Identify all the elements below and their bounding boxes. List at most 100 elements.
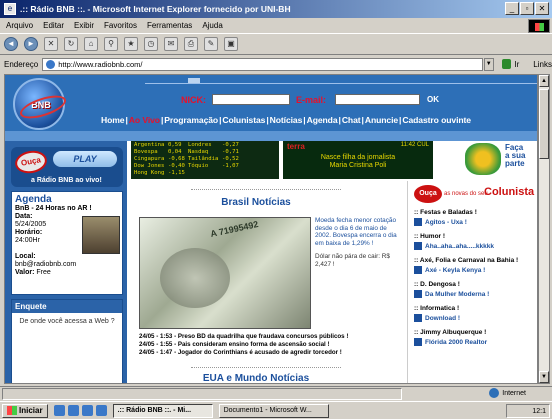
agenda-photo[interactable] [82,216,120,254]
ticker-cell: Londres [188,142,212,148]
favorites-icon[interactable]: ★ [124,37,138,51]
poll-box: Enquete De onde você acessa a Web ? [11,299,123,383]
email-label: E-mail: [296,95,327,105]
go-button[interactable]: Ir [514,60,519,69]
outlook-quicklaunch-icon[interactable] [81,405,93,416]
agenda-local-value: bnb@radiobnb.com [15,261,77,268]
columnist-link[interactable]: Da Mulher Moderna ! [414,290,537,298]
stop-icon[interactable]: ✕ [44,37,58,51]
money-serial: A 71995492 [209,219,260,239]
ticker-row: Argentina 0,59 Londres -0,27 [134,142,276,149]
title-bar[interactable]: e .:: Rádio BNB ::. - Microsoft Internet… [0,0,552,18]
nav-cadastro-ouvinte[interactable]: Cadastro ouvinte [402,115,471,125]
status-bar: Internet [0,386,552,400]
menu-favoritos[interactable]: Favoritos [104,21,137,30]
address-input[interactable]: http://www.radiobnb.com/ [42,57,483,71]
terra-news-banner[interactable]: terra 11:42 CUL Nasce filha da jornalist… [283,141,433,179]
address-dropdown-icon[interactable]: ▼ [483,57,494,71]
email-input[interactable] [335,94,420,105]
faca-sua-parte-banner[interactable]: Faça a sua parte [459,141,537,179]
status-text [2,387,402,400]
terra-headline: Nasce filha da jornalista Maria Cristina… [283,154,433,170]
desktop-quicklaunch-icon[interactable] [67,405,79,416]
ticker-cell: Dow Jones [134,163,165,169]
go-arrow-icon[interactable] [501,59,512,69]
nav-agenda[interactable]: Agenda [307,115,338,125]
ticker-cell: Tailândia [188,156,219,162]
news-column: Brasil Notícias A 71995492 Moeda fecha m… [131,181,403,383]
nav-programacao[interactable]: Programação [164,115,218,125]
terra-headline-line2: Maria Cristina Poli [329,162,387,169]
refresh-icon[interactable]: ↻ [64,37,78,51]
nav-chat[interactable]: Chat [342,115,361,125]
menu-ferramentas[interactable]: Ferramentas [147,21,192,30]
search-icon[interactable]: ⚲ [104,37,118,51]
news-photo-money[interactable]: A 71995492 [139,217,311,329]
ouca-logo: Ouça [414,185,442,203]
nav-colunistas[interactable]: Colunistas [222,115,265,125]
media-quicklaunch-icon[interactable] [95,405,107,416]
forward-icon[interactable]: ► [24,37,38,51]
terra-headline-line1: Nasce filha da jornalista [320,154,396,161]
section-eua-mundo[interactable]: EUA e Mundo Notícias [131,373,381,383]
ie-quicklaunch-icon[interactable] [53,405,65,416]
mail-icon[interactable]: ✉ [164,37,178,51]
nick-input[interactable] [212,94,290,105]
links-button[interactable]: Links [533,60,552,69]
ok-button[interactable]: OK [427,95,439,104]
menu-ajuda[interactable]: Ajuda [202,21,222,30]
play-button[interactable]: PLAY [53,151,117,167]
start-label: Iniciar [19,406,43,415]
scroll-down-icon[interactable]: ▼ [539,371,549,383]
print-icon[interactable]: ⎙ [184,37,198,51]
columnist-link[interactable]: Aha..aha..aha.....kkkkk [414,242,537,250]
clock: 12:1 [532,407,546,415]
nav-anuncie[interactable]: Anuncie [365,115,398,125]
nav-home[interactable]: Home [101,115,125,125]
close-button[interactable]: ✕ [535,2,549,15]
windows-logo-icon [7,406,17,415]
browser-window: e .:: Rádio BNB ::. - Microsoft Internet… [0,0,552,419]
columnist-header: Ouça as novas do seu Colunista [414,185,537,205]
menu-exibir[interactable]: Exibir [74,21,94,30]
headline-item[interactable]: 24/05 - 1:47 - Jogador do Corinthians é … [139,349,403,357]
minimize-button[interactable]: _ [505,2,519,15]
columnist-link[interactable]: Download ! [414,314,537,322]
vertical-scrollbar[interactable]: ▲ ▼ [538,74,550,384]
headline-item[interactable]: 24/05 - 1:55 - Pais consideram ensino fo… [139,341,403,349]
nav-noticias[interactable]: Notícias [270,115,303,125]
lead-story-text: Moeda fecha menor cotação desde o dia 6 … [315,217,397,247]
columnist-column: Ouça as novas do seu Colunista :: Festas… [407,181,537,383]
columnist-category: :: Informatica ! [414,305,460,312]
columnist-link[interactable]: Agitos - Uxa ! [414,218,537,226]
ie-icon: e [4,3,16,15]
listen-live-banner[interactable]: Ouça PLAY a Rádio BNB ao vivo! [11,147,123,187]
section-brasil-noticias[interactable]: Brasil Notícias [131,197,381,208]
scroll-up-icon[interactable]: ▲ [539,75,549,87]
bnb-logo[interactable]: BNB [13,78,65,130]
task-radio-bnb[interactable]: .:: Rádio BNB ::. - Mi... [112,403,213,418]
discuss-icon[interactable]: ▣ [224,37,238,51]
headline-item[interactable]: 24/05 - 1:53 - Preso BD da quadrilha que… [139,333,403,341]
maximize-button[interactable]: ▫ [520,2,534,15]
site-header: BNB NICK: E-mail: OK Home|Ao Vivo|Progra… [5,75,537,141]
edit-icon[interactable]: ✎ [204,37,218,51]
lead-story[interactable]: Moeda fecha menor cotação desde o dia 6 … [315,217,401,268]
menu-editar[interactable]: Editar [43,21,64,30]
ticker-cell: -0,27 [222,142,239,148]
menu-arquivo[interactable]: Arquivo [6,21,33,30]
columnist-link[interactable]: Flórida 2000 Realtor [414,338,537,346]
columnist-category: :: Jimmy Albuquerque ! [414,329,487,336]
scroll-thumb[interactable] [539,89,549,159]
task-documento1[interactable]: Documento1 - Microsoft W... [218,403,329,418]
history-icon[interactable]: ◷ [144,37,158,51]
start-button[interactable]: Iniciar [2,403,48,418]
home-icon[interactable]: ⌂ [84,37,98,51]
columnist-link[interactable]: Axé - Keyla Kenya ! [414,266,537,274]
back-icon[interactable]: ◄ [4,37,18,51]
lead-story-dollar: Dólar não pára de cair: R$ 2,427 ! [315,253,390,268]
columnist-link-text: Axé - Keyla Kenya ! [425,266,486,274]
nav-ao-vivo[interactable]: Ao Vivo [129,115,160,125]
hands-illustration [465,143,501,175]
ticker-row: Hong Kong -1,15 [134,170,276,177]
